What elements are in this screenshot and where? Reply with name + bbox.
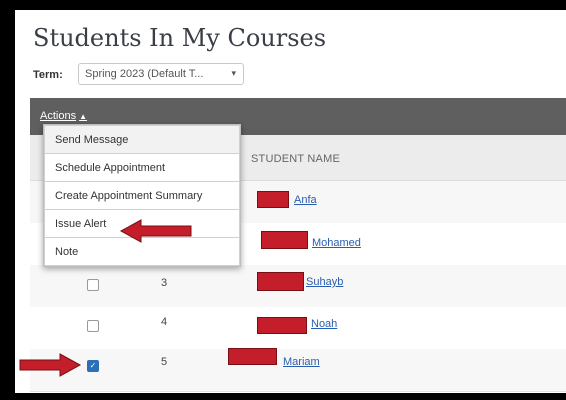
student-name-link[interactable]: Mariam [283,356,320,368]
redaction-box [261,231,308,249]
row-number: 3 [161,277,168,289]
row-checkbox[interactable] [87,320,99,332]
menu-item-schedule-appointment[interactable]: Schedule Appointment [44,153,240,182]
page-title: Students In My Courses [33,24,327,52]
row-number: 5 [161,356,168,368]
screenshot-frame: Students In My Courses Term: Spring 2023… [15,10,566,393]
row-number: 4 [161,316,168,328]
term-select[interactable]: Spring 2023 (Default T... ▾ [78,63,244,85]
row-checkbox-checked[interactable]: ✓ [87,360,99,372]
term-label: Term: [33,69,63,81]
redaction-box [257,272,304,291]
chevron-down-icon: ▾ [231,68,236,78]
actions-dropdown-button[interactable]: Actions ▲ [40,110,87,122]
student-name-link[interactable]: Suhayb [306,276,343,288]
student-name-link[interactable]: Mohamed [312,237,361,249]
redaction-box [257,191,289,208]
menu-item-send-message[interactable]: Send Message [44,125,240,154]
student-name-link[interactable]: Noah [311,318,337,330]
row-checkbox[interactable] [87,279,99,291]
term-value: Spring 2023 (Default T... [85,68,204,80]
actions-menu: Send Message Schedule Appointment Create… [43,124,241,267]
annotation-arrow-icon [19,353,82,377]
column-header-student-name[interactable]: STUDENT NAME [251,153,340,165]
caret-up-icon: ▲ [79,112,87,121]
annotation-arrow-icon [119,219,192,243]
actions-label: Actions [40,110,77,122]
redaction-box [228,348,277,365]
student-name-link[interactable]: Anfa [294,194,317,206]
redaction-box [257,317,307,334]
menu-item-create-appointment-summary[interactable]: Create Appointment Summary [44,181,240,210]
